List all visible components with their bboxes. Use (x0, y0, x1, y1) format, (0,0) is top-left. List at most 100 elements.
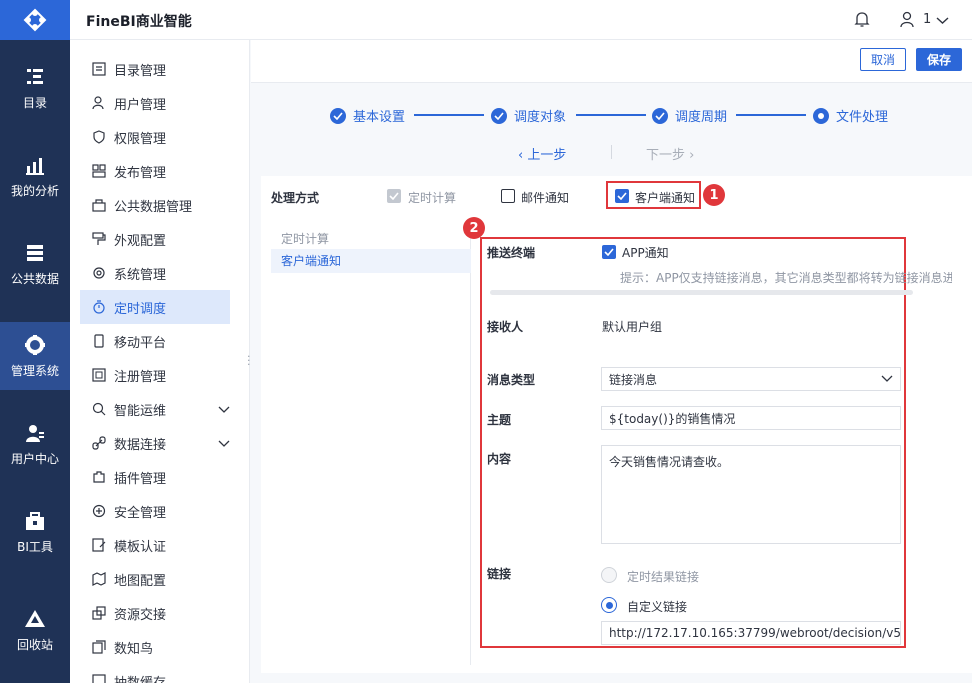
menu-item-cache[interactable]: 抽数缓存 (80, 664, 230, 683)
menu-item-users[interactable]: 用户管理 (80, 86, 230, 120)
app-notify-checkbox[interactable] (602, 245, 616, 259)
menu-label: 安全管理 (114, 505, 167, 521)
top-bar: FineBI商业智能 1 (70, 0, 972, 40)
client-notify-label: 客户端通知 (635, 191, 696, 205)
step-label: 调度周期 (675, 110, 728, 125)
subject-input[interactable]: ${today()}的销售情况 (601, 406, 901, 430)
message-type-select[interactable]: 链接消息 (601, 367, 901, 391)
nav-item-bi-tools[interactable]: BI工具 (0, 498, 70, 566)
publish-icon (92, 164, 106, 178)
mode-list (271, 225, 471, 665)
toolbox-icon (24, 510, 46, 532)
menu-label: 资源交接 (114, 607, 167, 623)
user-avatar-icon[interactable] (899, 11, 915, 32)
step-basic-settings[interactable]: 基本设置 (330, 106, 405, 125)
menu-label: 发布管理 (114, 165, 167, 181)
menu-item-security[interactable]: 安全管理 (80, 494, 230, 528)
nav-item-analysis[interactable]: 我的分析 (0, 142, 70, 210)
callout-badge-2: 2 (463, 217, 485, 239)
nav-item-public-data[interactable]: 公共数据 (0, 230, 70, 298)
menu-label: 插件管理 (114, 471, 167, 487)
step-file-handling[interactable]: 文件处理 (813, 106, 888, 125)
menu-item-plugins[interactable]: 插件管理 (80, 460, 230, 494)
step-label: 文件处理 (836, 110, 889, 125)
menu-item-handover[interactable]: 资源交接 (80, 596, 230, 630)
side-list-item-timed-calc[interactable]: 定时计算 (281, 230, 329, 247)
highlight-box-2 (480, 237, 906, 648)
link-icon (92, 436, 106, 450)
client-notify-checkbox[interactable] (615, 189, 629, 203)
menu-item-appearance[interactable]: 外观配置 (80, 222, 230, 256)
subject-label: 主题 (487, 413, 512, 427)
horizontal-scrollbar[interactable] (490, 290, 913, 295)
next-step-label: 下一步 (646, 148, 686, 163)
menu-item-map[interactable]: 地图配置 (80, 562, 230, 596)
app-logo-icon[interactable] (0, 0, 70, 40)
content-textarea[interactable]: 今天销售情况请查收。 (601, 445, 901, 544)
menu-item-permissions[interactable]: 权限管理 (80, 120, 230, 154)
nav-item-admin[interactable]: 管理系统 (0, 322, 70, 390)
chevron-down-icon[interactable] (218, 403, 230, 418)
side-list-item-client-notify[interactable]: 客户端通知 (271, 249, 471, 273)
mode-label: 处理方式 (271, 191, 320, 205)
gear-icon (24, 334, 46, 356)
chevron-down-icon[interactable] (218, 437, 230, 452)
menu-item-register[interactable]: 注册管理 (80, 358, 230, 392)
user-name[interactable]: 1 (923, 12, 931, 27)
custom-link-label: 自定义链接 (627, 600, 688, 614)
analysis-chart-icon (24, 154, 46, 176)
save-button[interactable]: 保存 (916, 48, 962, 71)
menu-label: 定时调度 (114, 301, 167, 317)
custom-link-radio[interactable] (601, 597, 617, 613)
result-link-radio[interactable] (601, 567, 617, 583)
step-schedule-object[interactable]: 调度对象 (491, 106, 566, 125)
nav-item-recycle[interactable]: 回收站 (0, 596, 70, 664)
prev-step-button[interactable]: ‹ 上一步 (518, 144, 566, 163)
nav-item-catalog[interactable]: 目录 (0, 54, 70, 122)
menu-item-system[interactable]: 系统管理 (80, 256, 230, 290)
menu-item-ops[interactable]: 智能运维 (80, 392, 230, 426)
menu-item-schedule[interactable]: 定时调度 (80, 290, 230, 324)
handover-icon (92, 606, 106, 620)
paint-icon (92, 232, 106, 246)
settings-icon (92, 266, 106, 280)
check-icon (491, 107, 507, 124)
menu-item-shuzhiniao[interactable]: 数知鸟 (80, 630, 230, 664)
menu-resize-handle[interactable]: · · · (247, 351, 251, 370)
link-label: 链接 (487, 567, 512, 581)
current-step-icon (813, 107, 829, 124)
menu-item-catalog[interactable]: 目录管理 (80, 52, 230, 86)
check-icon (330, 107, 346, 124)
bell-icon[interactable] (854, 11, 870, 32)
menu-item-public-data[interactable]: 公共数据管理 (80, 188, 230, 222)
menu-item-mobile[interactable]: 移动平台 (80, 324, 230, 358)
main-nav: 目录 我的分析 公共数据 管理系统 用户中心 BI工具 回收站 (0, 0, 70, 683)
chevron-down-icon[interactable] (936, 14, 949, 29)
step-schedule-period[interactable]: 调度周期 (652, 106, 727, 125)
email-notify-checkbox[interactable] (501, 189, 515, 203)
cancel-button[interactable]: 取消 (860, 48, 906, 71)
list-icon (92, 62, 106, 76)
menu-label: 公共数据管理 (114, 199, 193, 215)
menu-item-publish[interactable]: 发布管理 (80, 154, 230, 188)
nav-label: BI工具 (17, 539, 53, 554)
map-icon (92, 572, 106, 586)
timed-calc-checkbox[interactable] (387, 189, 401, 203)
next-step-button[interactable]: 下一步 › (646, 144, 694, 163)
timed-calc-label: 定时计算 (408, 191, 457, 205)
chevron-down-icon (881, 372, 893, 386)
menu-label: 数据连接 (114, 437, 167, 453)
nav-item-user-center[interactable]: 用户中心 (0, 410, 70, 478)
menu-item-template-auth[interactable]: 模板认证 (80, 528, 230, 562)
menu-label: 地图配置 (114, 573, 167, 589)
prev-step-label: 上一步 (527, 148, 567, 163)
data-box-icon (92, 198, 106, 212)
mobile-icon (92, 334, 106, 348)
menu-item-data-connection[interactable]: 数据连接 (80, 426, 230, 460)
chevron-left-icon: ‹ (518, 148, 528, 163)
nav-label: 公共数据 (10, 271, 59, 286)
result-link-label: 定时结果链接 (627, 570, 700, 584)
brand-title: FineBI商业智能 (86, 14, 192, 30)
push-terminal-label: 推送终端 (487, 246, 536, 260)
link-url-input[interactable]: http://172.17.10.165:37799/webroot/decis… (601, 621, 901, 645)
